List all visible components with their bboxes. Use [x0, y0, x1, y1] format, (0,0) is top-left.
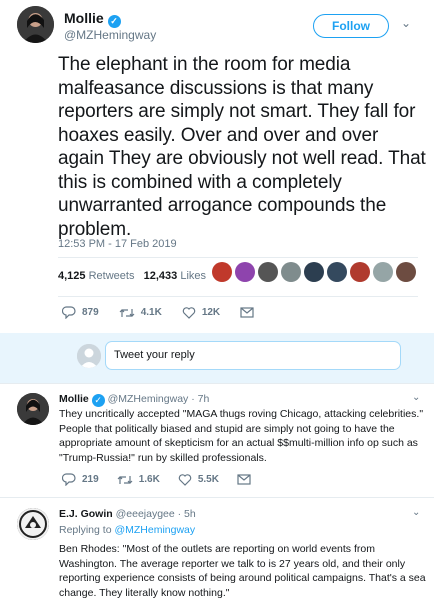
direct-message-action[interactable] — [240, 307, 254, 318]
liker-avatars — [212, 262, 416, 286]
liker-avatar[interactable] — [396, 262, 416, 282]
tweet-text: The elephant in the room for media malfe… — [58, 54, 426, 240]
reply-author-name[interactable]: Mollie — [59, 393, 89, 405]
tweet-timestamp[interactable]: 12:53 PM - 17 Feb 2019 — [58, 238, 177, 250]
like-count: 12K — [201, 307, 221, 318]
like-action[interactable]: 5.5K — [178, 473, 219, 486]
retweet-count: 4.1K — [140, 307, 162, 318]
reply-author-name[interactable]: E.J. Gowin — [59, 508, 113, 520]
follow-button[interactable]: Follow — [313, 14, 389, 38]
replying-to-label: Replying to — [59, 524, 112, 536]
likes-count: 12,433 — [143, 270, 178, 282]
reply-icon — [62, 473, 76, 486]
reply-text: They uncritically accepted "MAGA thugs r… — [59, 408, 424, 464]
reply-text: Ben Rhodes: "Most of the outlets are rep… — [59, 543, 426, 599]
reply-header: Mollie ✓ @MZHemingway · 7h — [59, 393, 209, 407]
engagement-stats: 4,125 Retweets 12,433 Likes — [58, 270, 206, 282]
reply-handle-time[interactable]: @MZHemingway · 7h — [108, 393, 210, 405]
liker-avatar[interactable] — [350, 262, 370, 282]
like-count: 5.5K — [197, 474, 219, 485]
liker-avatar[interactable] — [304, 262, 324, 282]
reply-count: 219 — [82, 474, 99, 485]
retweet-count: 1.6K — [138, 474, 160, 485]
retweets-stat[interactable]: 4,125 Retweets — [58, 270, 134, 282]
author-avatar[interactable] — [17, 6, 54, 43]
chevron-down-icon[interactable]: ⌄ — [401, 16, 411, 30]
divider — [58, 296, 418, 297]
reply-action[interactable]: 219 — [62, 473, 99, 486]
liker-avatar[interactable] — [327, 262, 347, 282]
chevron-down-icon[interactable]: ⌄ — [412, 507, 420, 518]
heart-icon — [182, 306, 196, 319]
author-name[interactable]: Mollie ✓ — [64, 10, 121, 28]
reply-input[interactable]: Tweet your reply — [105, 341, 401, 370]
liker-avatar[interactable] — [235, 262, 255, 282]
verified-badge-icon: ✓ — [91, 394, 105, 407]
liker-avatar[interactable] — [281, 262, 301, 282]
reply-author-avatar[interactable] — [17, 393, 49, 425]
liker-avatar[interactable] — [212, 262, 232, 282]
reply-header: E.J. Gowin @eeejaygee · 5h — [59, 508, 196, 520]
retweet-icon — [117, 475, 133, 484]
retweets-count: 4,125 — [58, 270, 86, 282]
retweets-label: Retweets — [88, 270, 135, 282]
replying-to-link[interactable]: @MZHemingway — [114, 524, 195, 536]
current-user-avatar — [77, 344, 101, 368]
liker-avatar[interactable] — [258, 262, 278, 282]
divider — [0, 497, 434, 498]
retweet-action[interactable]: 1.6K — [117, 474, 160, 486]
reply-handle-time[interactable]: @eeejaygee · 5h — [116, 508, 196, 520]
envelope-icon — [240, 307, 254, 318]
chevron-down-icon[interactable]: ⌄ — [412, 392, 420, 403]
likes-label: Likes — [180, 270, 207, 282]
author-name-text: Mollie — [64, 10, 104, 26]
likes-stat[interactable]: 12,433 Likes — [144, 270, 206, 282]
reply-count: 879 — [82, 307, 99, 318]
liker-avatar[interactable] — [373, 262, 393, 282]
divider — [0, 383, 434, 384]
tweet-actions: 879 4.1K 12K — [62, 306, 254, 319]
retweet-icon — [119, 308, 135, 317]
retweet-action[interactable]: 4.1K — [119, 307, 162, 319]
reply-actions: 219 1.6K 5.5K — [62, 473, 251, 486]
verified-badge-icon: ✓ — [107, 15, 121, 28]
heart-icon — [178, 473, 192, 486]
envelope-icon — [237, 474, 251, 485]
replying-to: Replying to @MZHemingway — [59, 524, 195, 536]
direct-message-action[interactable] — [237, 474, 251, 485]
like-action[interactable]: 12K — [182, 306, 221, 319]
author-handle[interactable]: @MZHemingway — [64, 28, 156, 42]
reply-icon — [62, 306, 76, 319]
reply-author-avatar[interactable] — [17, 508, 49, 540]
divider — [58, 257, 418, 258]
reply-action[interactable]: 879 — [62, 306, 99, 319]
